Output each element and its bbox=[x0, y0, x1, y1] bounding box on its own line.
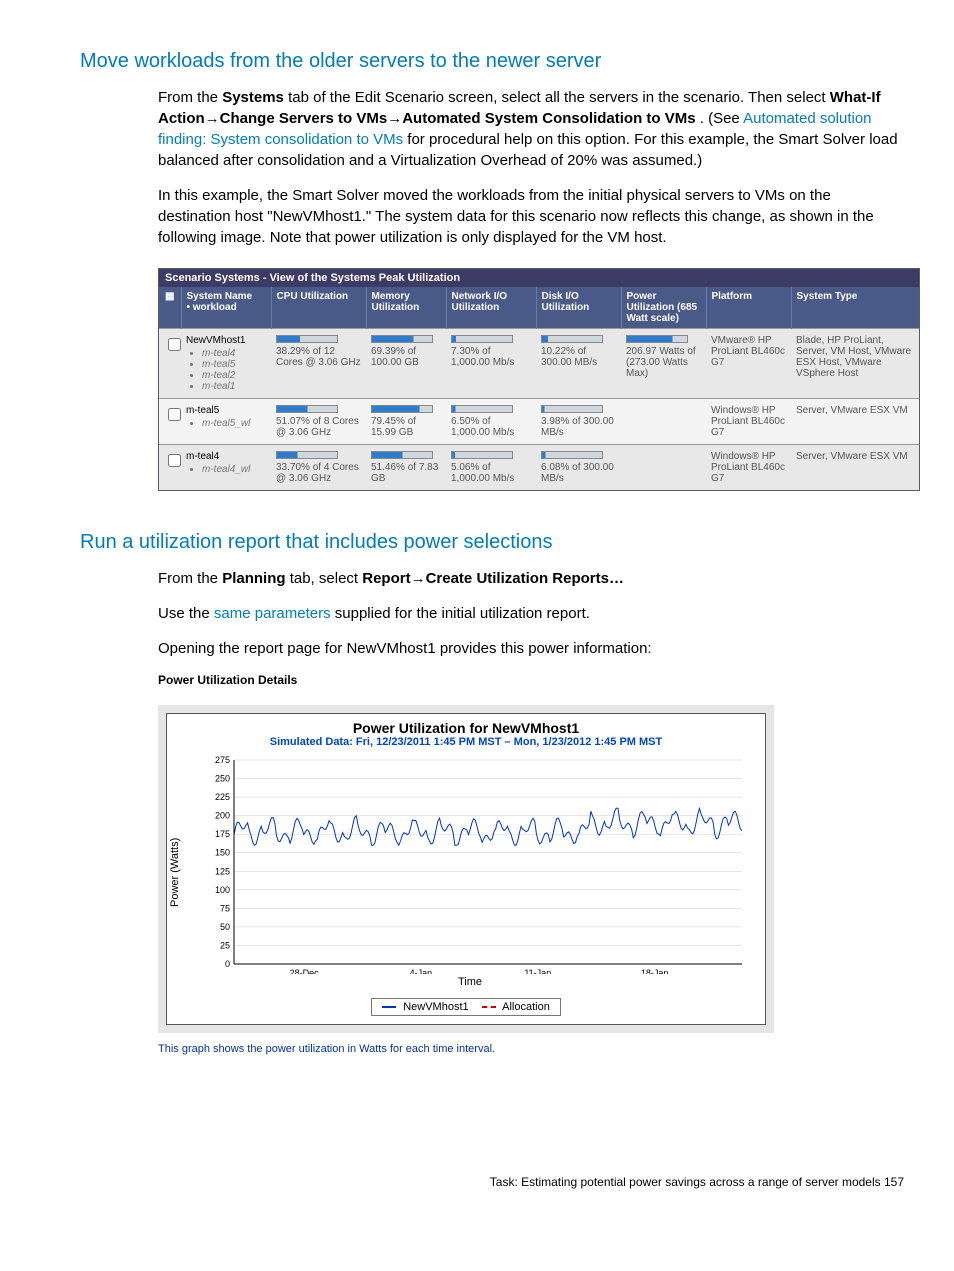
chart-subtitle: Simulated Data: Fri, 12/23/2011 1:45 PM … bbox=[175, 736, 757, 748]
cell-platform: VMware® HP ProLiant BL460c G7 bbox=[706, 329, 791, 399]
svg-text:28-Dec: 28-Dec bbox=[290, 968, 320, 974]
cell-system: m-teal5m-teal5_wl bbox=[181, 399, 271, 445]
chart-frame: Power Utilization for NewVMhost1 Simulat… bbox=[158, 705, 774, 1033]
cell-net: 7.30% of 1,000.00 Mb/s bbox=[446, 329, 536, 399]
legend-label-2: Allocation bbox=[502, 1001, 550, 1013]
svg-text:75: 75 bbox=[220, 903, 230, 913]
chart-title: Power Utilization for NewVMhost1 bbox=[175, 720, 757, 736]
cell-type: Blade, HP ProLiant, Server, VM Host, VMw… bbox=[791, 329, 919, 399]
paragraph: Opening the report page for NewVMhost1 p… bbox=[158, 638, 904, 659]
cell-power bbox=[621, 399, 706, 445]
svg-text:200: 200 bbox=[215, 811, 230, 821]
txt: Report→Create Utilization Reports… bbox=[362, 570, 624, 587]
col-net[interactable]: Network I/O Utilization bbox=[446, 287, 536, 329]
txt: From the bbox=[158, 89, 222, 106]
paragraph: In this example, the Smart Solver moved … bbox=[158, 185, 904, 248]
col-platform[interactable]: Platform bbox=[706, 287, 791, 329]
body-block-1: From the Systems tab of the Edit Scenari… bbox=[158, 87, 904, 248]
chart-ylabel: Power (Watts) bbox=[167, 750, 183, 994]
cell-cpu: 51.07% of 8 Cores @ 3.06 GHz bbox=[271, 399, 366, 445]
col-power[interactable]: Power Utilization (685 Watt scale) bbox=[621, 287, 706, 329]
section-heading-2: Run a utilization report that includes p… bbox=[80, 531, 924, 554]
cell-cpu: 33.70% of 4 Cores @ 3.06 GHz bbox=[271, 445, 366, 491]
txt: Use the bbox=[158, 605, 214, 622]
cell-mem: 79.45% of 15.99 GB bbox=[366, 399, 446, 445]
table-row: NewVMhost1m-teal4m-teal5m-teal2m-teal138… bbox=[159, 329, 919, 399]
chart-legend: NewVMhost1 Allocation bbox=[167, 994, 765, 1024]
svg-text:100: 100 bbox=[215, 885, 230, 895]
svg-text:275: 275 bbox=[215, 755, 230, 765]
row-checkbox[interactable] bbox=[168, 338, 181, 351]
cell-system: NewVMhost1m-teal4m-teal5m-teal2m-teal1 bbox=[181, 329, 271, 399]
power-block: Power Utilization Details Power Utilizat… bbox=[158, 673, 924, 1055]
txt: tab of the Edit Scenario screen, select … bbox=[288, 89, 830, 106]
svg-text:4-Jan: 4-Jan bbox=[410, 968, 433, 974]
svg-text:225: 225 bbox=[215, 792, 230, 802]
scenario-table: Scenario Systems - View of the Systems P… bbox=[158, 268, 920, 491]
svg-text:18-Jan: 18-Jan bbox=[641, 968, 669, 974]
chart-plot: 0 25 50 75 100 125 150 175 200 225 250 275 28-Dec 4-… bbox=[183, 754, 757, 974]
legend-swatch-2 bbox=[482, 1006, 496, 1008]
svg-text:250: 250 bbox=[215, 774, 230, 784]
txt: From the bbox=[158, 570, 222, 587]
legend-swatch-1 bbox=[382, 1006, 396, 1008]
row-checkbox[interactable] bbox=[168, 408, 181, 421]
col-system[interactable]: System Name• workload bbox=[181, 287, 271, 329]
cell-power: 206.97 Watts of (273.00 Watts Max) bbox=[621, 329, 706, 399]
chart-xlabel: Time bbox=[183, 974, 757, 994]
svg-text:175: 175 bbox=[215, 829, 230, 839]
svg-text:150: 150 bbox=[215, 848, 230, 858]
table-header-row: ▦ System Name• workload CPU Utilization … bbox=[159, 287, 919, 329]
section-heading-1: Move workloads from the older servers to… bbox=[80, 50, 924, 73]
txt: . (See bbox=[700, 110, 743, 127]
txt: Planning bbox=[222, 570, 285, 587]
cell-power bbox=[621, 445, 706, 491]
row-checkbox[interactable] bbox=[168, 454, 181, 467]
cell-platform: Windows® HP ProLiant BL460c G7 bbox=[706, 445, 791, 491]
cell-net: 5.06% of 1,000.00 Mb/s bbox=[446, 445, 536, 491]
svg-text:125: 125 bbox=[215, 866, 230, 876]
scenario-title: Scenario Systems - View of the Systems P… bbox=[159, 269, 919, 287]
cell-disk: 10.22% of 300.00 MB/s bbox=[536, 329, 621, 399]
chart-caption: This graph shows the power utilization i… bbox=[158, 1043, 924, 1055]
cell-type: Server, VMware ESX VM bbox=[791, 445, 919, 491]
table-row: m-teal4m-teal4_wl33.70% of 4 Cores @ 3.0… bbox=[159, 445, 919, 491]
legend-label-1: NewVMhost1 bbox=[403, 1001, 468, 1013]
cell-disk: 6.08% of 300.00 MB/s bbox=[536, 445, 621, 491]
col-disk[interactable]: Disk I/O Utilization bbox=[536, 287, 621, 329]
cell-platform: Windows® HP ProLiant BL460c G7 bbox=[706, 399, 791, 445]
col-type[interactable]: System Type bbox=[791, 287, 919, 329]
page-footer: Task: Estimating potential power savings… bbox=[30, 1175, 924, 1189]
cell-system: m-teal4m-teal4_wl bbox=[181, 445, 271, 491]
cell-mem: 69.39% of 100.00 GB bbox=[366, 329, 446, 399]
body-block-2: From the Planning tab, select Report→Cre… bbox=[158, 568, 904, 659]
txt: supplied for the initial utilization rep… bbox=[335, 605, 590, 622]
cell-disk: 3.98% of 300.00 MB/s bbox=[536, 399, 621, 445]
col-mem[interactable]: Memory Utilization bbox=[366, 287, 446, 329]
power-details-label: Power Utilization Details bbox=[158, 673, 924, 687]
svg-text:11-Jan: 11-Jan bbox=[524, 968, 551, 974]
table-row: m-teal5m-teal5_wl51.07% of 8 Cores @ 3.0… bbox=[159, 399, 919, 445]
cell-cpu: 38.29% of 12 Cores @ 3.06 GHz bbox=[271, 329, 366, 399]
cell-type: Server, VMware ESX VM bbox=[791, 399, 919, 445]
link-same-params[interactable]: same parameters bbox=[214, 605, 331, 622]
col-cpu[interactable]: CPU Utilization bbox=[271, 287, 366, 329]
cell-mem: 51.46% of 7.83 GB bbox=[366, 445, 446, 491]
header-checkbox[interactable]: ▦ bbox=[159, 287, 181, 329]
txt: tab, select bbox=[290, 570, 363, 587]
svg-text:0: 0 bbox=[225, 959, 230, 969]
svg-text:50: 50 bbox=[220, 922, 230, 932]
svg-text:25: 25 bbox=[220, 940, 230, 950]
cell-net: 6.50% of 1,000.00 Mb/s bbox=[446, 399, 536, 445]
txt: Systems bbox=[222, 89, 284, 106]
